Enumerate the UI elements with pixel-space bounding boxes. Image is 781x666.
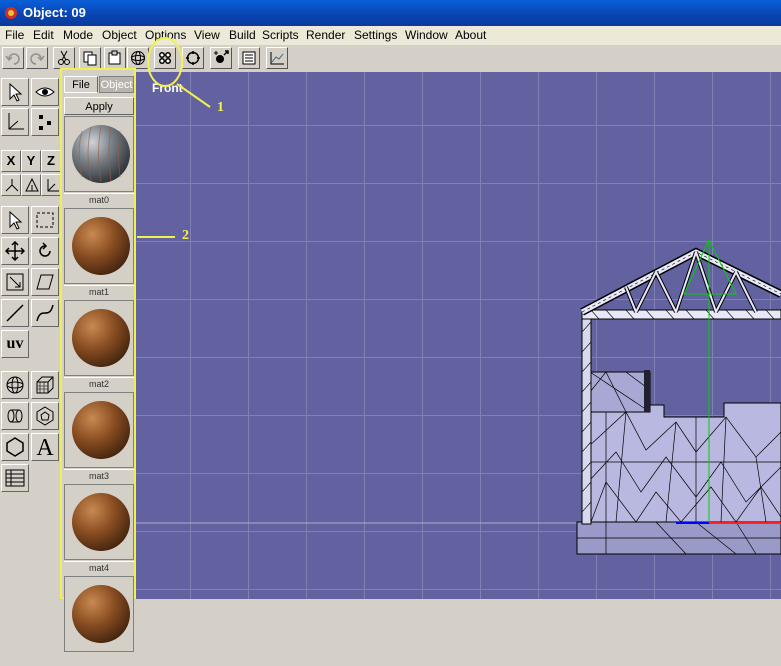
callout-line-1 <box>176 83 211 108</box>
highlight-ellipse <box>147 37 183 87</box>
callout-2: 2 <box>182 228 189 243</box>
annotation-overlay <box>137 37 211 238</box>
callout-1: 1 <box>217 100 224 115</box>
